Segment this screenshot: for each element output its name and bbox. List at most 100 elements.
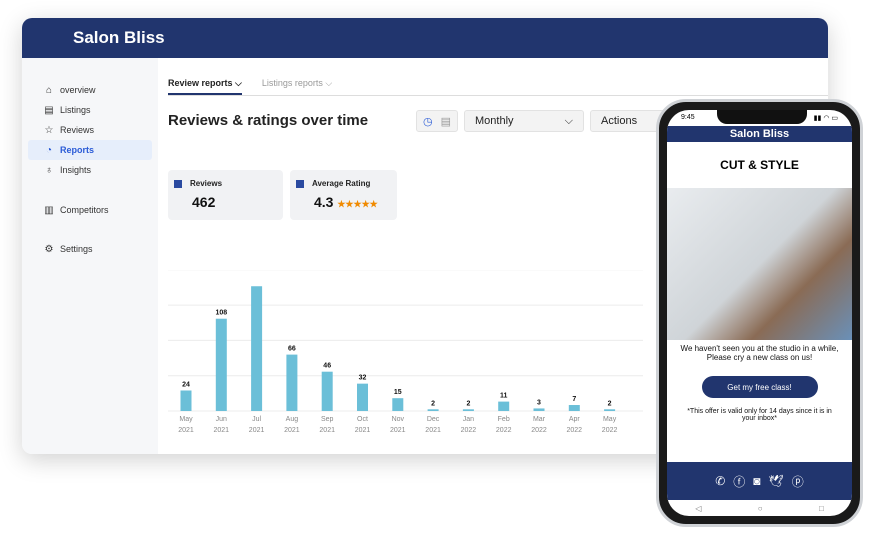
period-select[interactable]: Monthly ⌵ (464, 110, 585, 132)
free-class-button[interactable]: Get my free class! (701, 376, 818, 398)
x-tick-label: 2021 (214, 427, 230, 434)
phone-message: We haven't seen you at the studio in a w… (680, 344, 839, 362)
reviews-bar-chart: 24 May 2021 108 Jun 2021 Jul 2021 66 Aug 2021 46 Sep… (168, 270, 643, 434)
sidebar-label: overview (60, 85, 96, 95)
tab-listings-reports[interactable]: Listings reports ⌵ (262, 78, 332, 95)
phone-mockup: 9:45 ▮▮ ◠ ▭ Salon Bliss CUT & STYLE We ha… (656, 99, 863, 527)
bar (286, 354, 298, 411)
recents-icon[interactable]: □ (819, 504, 824, 513)
pinterest-icon[interactable]: ⓟ (792, 473, 804, 490)
sidebar-item-overview[interactable]: ⌂ overview (28, 80, 152, 100)
tab-review-reports[interactable]: Review reports ⌵ (168, 78, 242, 95)
x-tick-label: May (179, 416, 193, 423)
sidebar-item-listings[interactable]: ▤ Listings (28, 100, 152, 120)
x-tick-label: May (603, 416, 617, 423)
home-button-icon[interactable]: ○ (758, 504, 763, 513)
bulb-icon: ♁ (45, 164, 53, 176)
x-tick-label: 2022 (461, 427, 477, 434)
x-tick-label: Sep (321, 416, 334, 423)
x-tick-label: Jul (252, 416, 261, 423)
social-bar: ✆ ⓕ ◙ 🕊 ⓟ (667, 462, 852, 500)
period-value: Monthly (475, 115, 514, 127)
sidebar-label: Insights (60, 165, 92, 175)
data-label: 3 (537, 399, 541, 406)
data-label: 15 (394, 389, 402, 396)
tab-label: Listings reports (261, 78, 323, 88)
sidebar-label: Competitors (60, 205, 109, 215)
x-tick-label: 2022 (496, 427, 512, 434)
gear-icon: ⚙ (44, 243, 54, 255)
data-label: 11 (500, 393, 508, 400)
chart-view-icon[interactable]: ◷ (423, 115, 433, 128)
x-tick-label: Oct (357, 416, 368, 423)
sidebar-label: Reports (60, 145, 95, 155)
data-label: 7 (572, 396, 576, 403)
sidebar-item-competitors[interactable]: ▥ Competitors (28, 200, 152, 220)
sidebar-label: Settings (60, 244, 93, 254)
data-label: 66 (288, 346, 296, 353)
x-tick-label: Mar (533, 416, 546, 423)
rating-label: Average Rating (312, 179, 371, 188)
whatsapp-icon[interactable]: ✆ (715, 474, 725, 488)
rating-value: 4.3 (314, 194, 334, 210)
bar (427, 409, 439, 411)
bar (321, 371, 333, 411)
chevron-down-icon: ⌵ (564, 114, 574, 127)
sidebar-item-reports[interactable]: ◔ Reports (28, 140, 152, 160)
signal-wifi-battery-icon: ▮▮ ◠ ▭ (813, 115, 838, 122)
x-tick-label: 2021 (178, 427, 194, 434)
phone-headline: CUT & STYLE (720, 158, 799, 172)
bar (251, 286, 263, 411)
rating-checkbox[interactable] (296, 179, 304, 188)
rating-card: Average Rating 4.3 ★★★★★ (290, 170, 397, 220)
reviews-card: Reviews 462 (168, 170, 283, 220)
x-tick-label: 2022 (567, 427, 583, 434)
x-tick-label: Dec (427, 416, 440, 423)
back-icon[interactable]: ◁ (695, 504, 701, 513)
data-label: 2 (431, 400, 435, 407)
x-tick-label: 2021 (355, 427, 371, 434)
x-tick-label: 2021 (390, 427, 406, 434)
x-tick-label: 2022 (531, 427, 547, 434)
data-label: 32 (359, 375, 367, 382)
x-tick-label: 2022 (602, 427, 618, 434)
sidebar-item-settings[interactable]: ⚙ Settings (28, 239, 152, 259)
reviews-checkbox[interactable] (174, 179, 182, 188)
facebook-icon[interactable]: ⓕ (733, 473, 745, 490)
x-tick-label: 2021 (425, 427, 441, 434)
table-view-icon[interactable]: ▤ (441, 115, 451, 128)
sidebar-item-reviews[interactable]: ☆ Reviews (28, 120, 152, 140)
data-label: 46 (323, 363, 331, 370)
sidebar-label: Listings (60, 105, 91, 115)
sidebar-item-insights[interactable]: ♁ Insights (28, 160, 152, 180)
x-tick-label: Jan (463, 416, 474, 423)
phone-time: 9:45 (681, 114, 695, 121)
data-label: 2 (608, 400, 612, 407)
twitter-icon[interactable]: 🕊 (769, 474, 784, 488)
reviews-label: Reviews (190, 179, 223, 188)
listings-icon: ▤ (44, 104, 54, 116)
home-icon: ⌂ (45, 84, 53, 96)
bar (392, 398, 404, 411)
x-tick-label: 2021 (284, 427, 300, 434)
chevron-down-icon: ⌵ (235, 78, 242, 88)
tab-label: Review reports (168, 78, 233, 88)
bar-chart-icon: ▥ (44, 204, 54, 216)
star-icon: ☆ (44, 124, 54, 136)
actions-label: Actions (601, 115, 638, 127)
star-rating: ★★★★★ (337, 199, 378, 209)
page-title: Reviews & ratings over time (168, 112, 369, 129)
phone-notch (717, 110, 807, 124)
app-title: Salon Bliss (22, 18, 828, 58)
sidebar: ⌂ overview ▤ Listings ☆ Reviews ◔ Reports ♁ I… (22, 58, 158, 454)
offer-note: *This offer is valid only for 14 days si… (687, 408, 832, 422)
bar (462, 409, 474, 411)
reports-icon: ◔ (45, 144, 53, 156)
x-tick-label: Feb (498, 416, 510, 423)
x-tick-label: Jun (216, 416, 227, 423)
view-toggle[interactable]: ◷ ▤ (416, 110, 459, 132)
reviews-value: 462 (192, 194, 216, 210)
bar (568, 405, 580, 411)
bar (215, 318, 227, 411)
instagram-icon[interactable]: ◙ (753, 474, 760, 488)
